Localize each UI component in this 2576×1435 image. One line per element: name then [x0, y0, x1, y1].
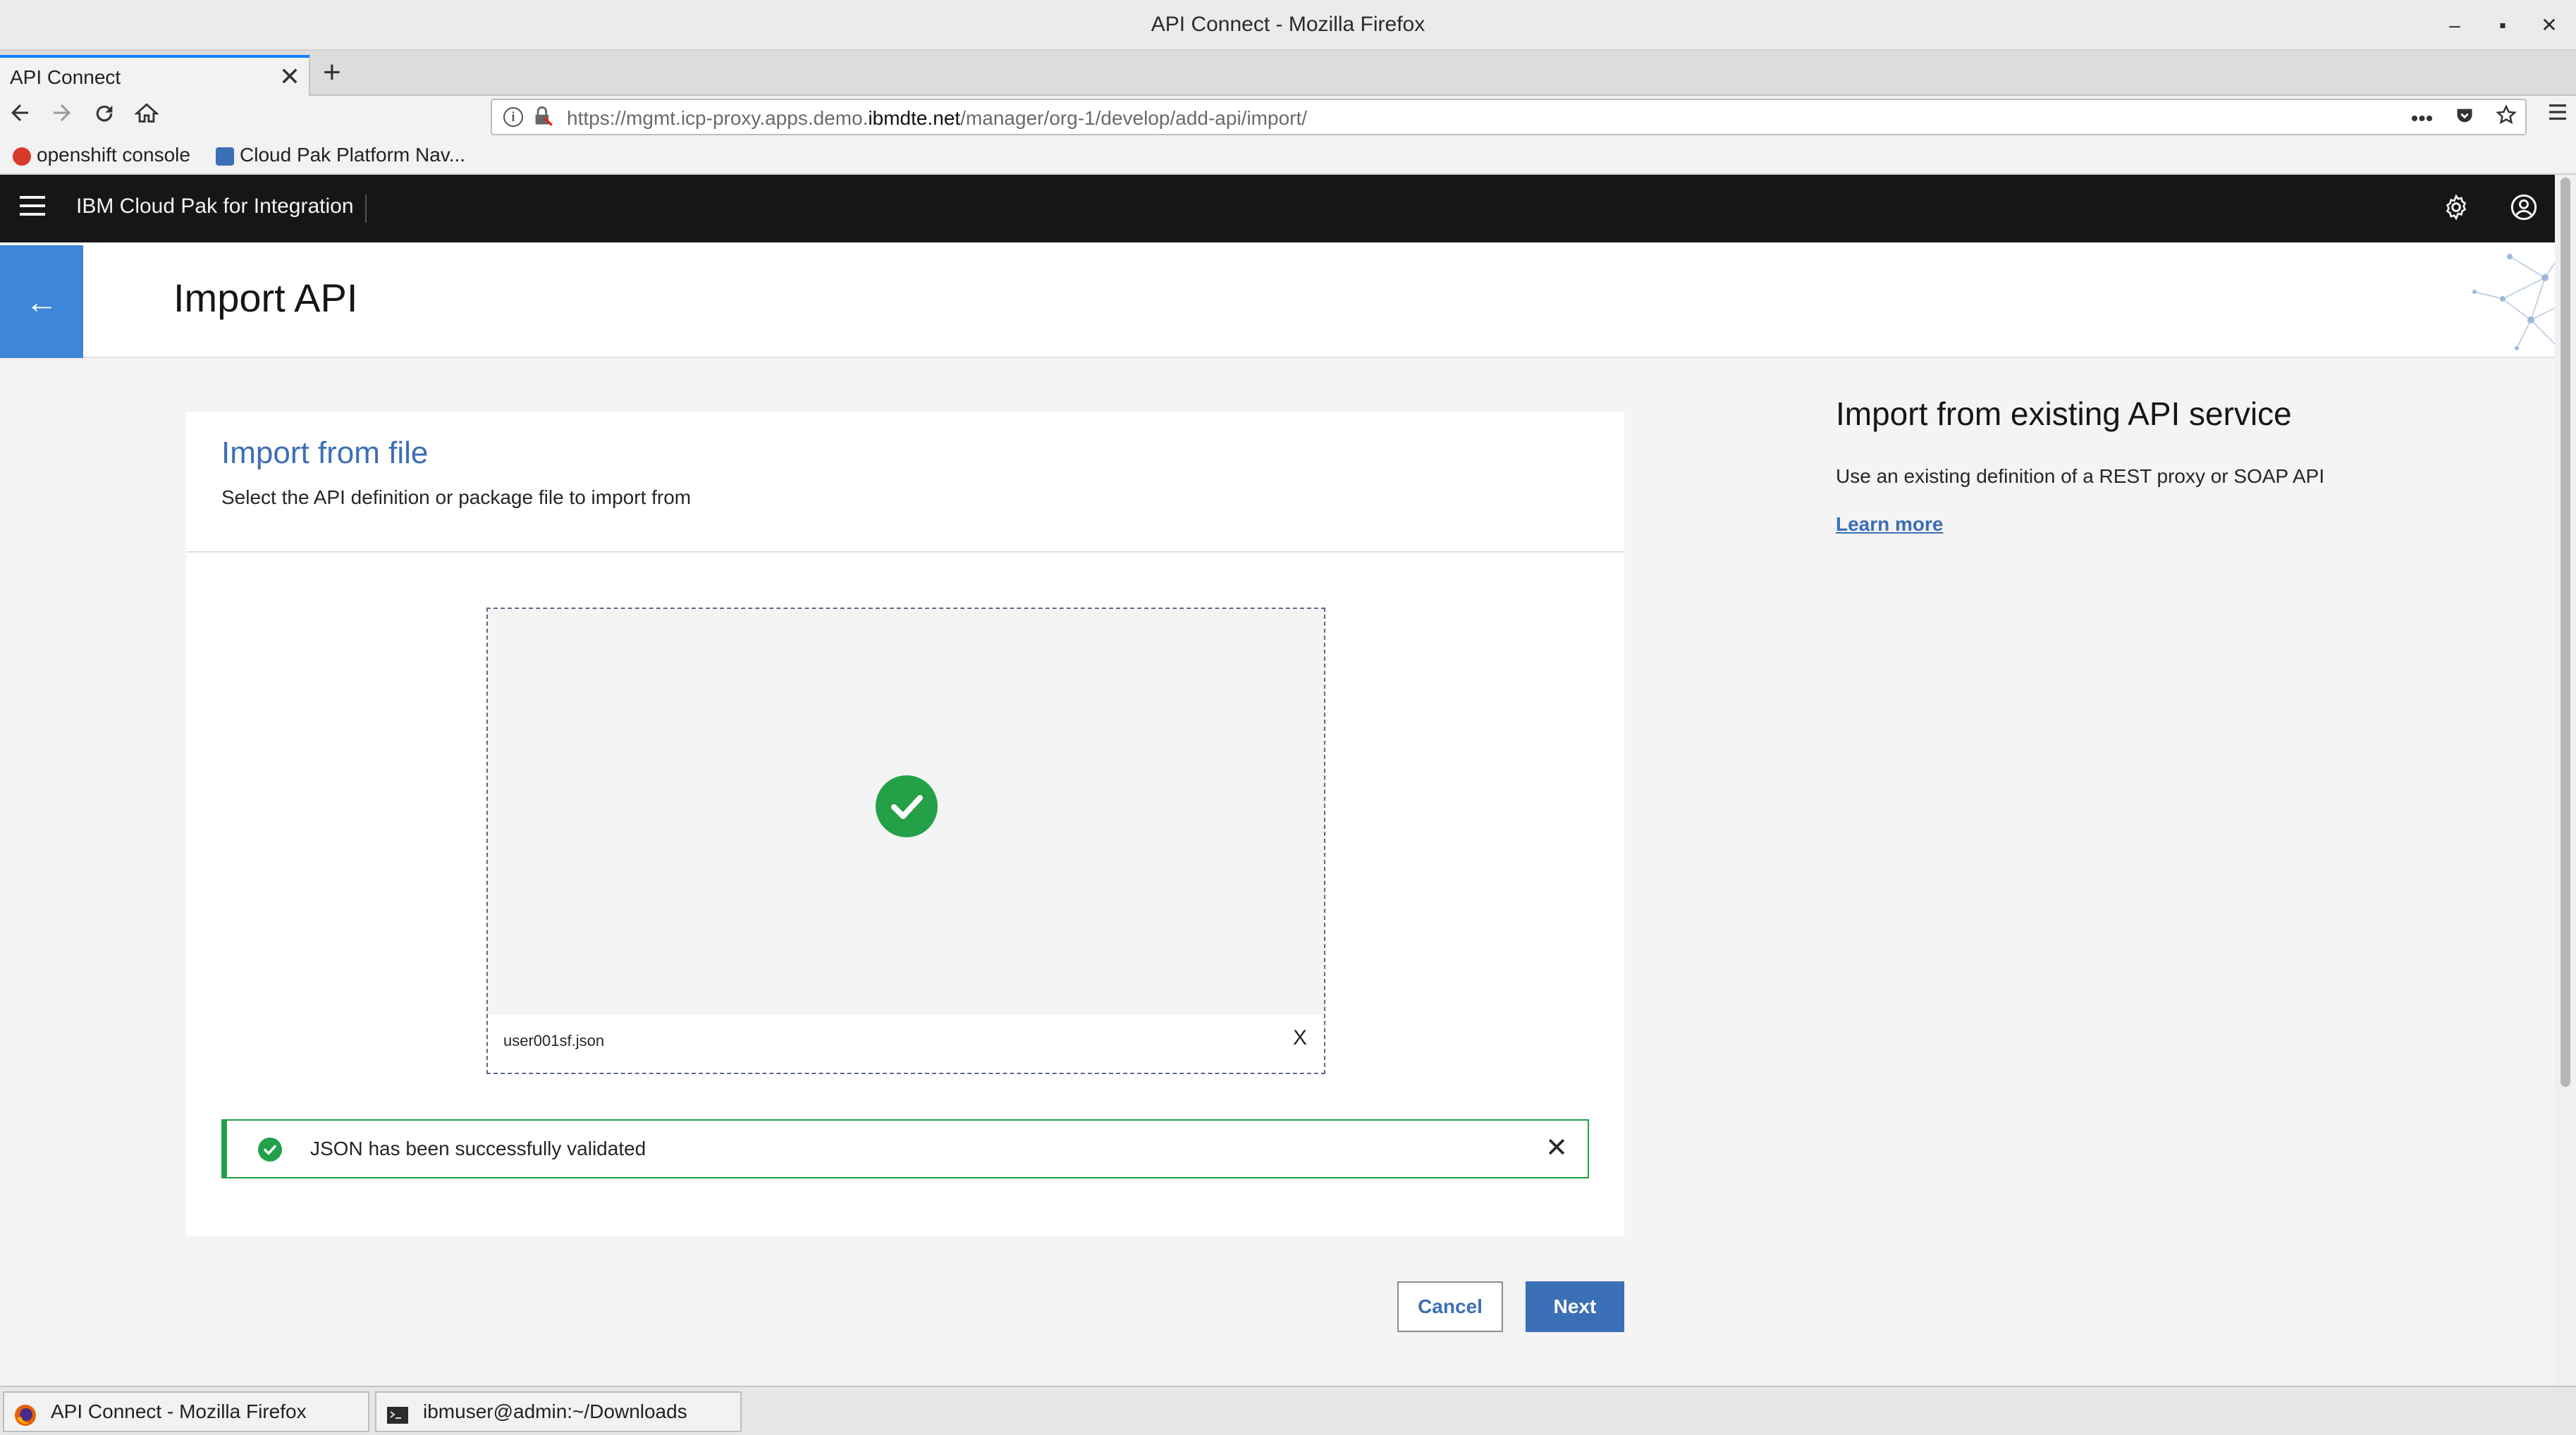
minimize-button[interactable]: – — [2441, 11, 2469, 39]
app-header: IBM Cloud Pak for Integration — [0, 175, 2576, 242]
page-scrollbar[interactable] — [2555, 175, 2576, 1386]
tab-strip: API Connect ✕ + — [0, 51, 2576, 96]
notification-text: JSON has been successfully validated — [310, 1138, 646, 1159]
site-info-icon[interactable]: i — [503, 107, 523, 127]
file-preview-area — [488, 609, 1324, 1015]
header-divider — [365, 195, 367, 223]
success-check-icon — [876, 775, 938, 837]
validation-notification: JSON has been successfully validated ✕ — [221, 1119, 1589, 1178]
maximize-button[interactable]: ▪ — [2489, 11, 2517, 39]
import-from-file-card: Import from file Select the API definiti… — [186, 412, 1624, 1236]
bookmark-label: Cloud Pak Platform Nav... — [240, 144, 466, 166]
window-title: API Connect - Mozilla Firefox — [1151, 13, 1425, 36]
card-title: Import from file — [221, 436, 429, 470]
card-subtitle: Select the API definition or package fil… — [221, 486, 692, 508]
hamburger-menu-icon[interactable] — [20, 196, 45, 221]
openshift-icon — [13, 147, 31, 166]
new-tab-button[interactable]: + — [323, 55, 341, 90]
url-text: https://mgmt.icp-proxy.apps.demo.ibmdte.… — [567, 107, 1307, 130]
home-icon[interactable] — [130, 100, 164, 134]
taskbar-item-firefox[interactable]: API Connect - Mozilla Firefox — [3, 1391, 369, 1432]
pocket-icon[interactable] — [2455, 107, 2474, 130]
url-host: ibmdte.net — [868, 107, 961, 129]
tab-title: API Connect — [10, 66, 121, 88]
user-avatar-icon[interactable] — [2508, 193, 2539, 224]
notification-close-icon[interactable]: ✕ — [1545, 1132, 1568, 1164]
cancel-button[interactable]: Cancel — [1397, 1281, 1503, 1332]
remove-file-button[interactable]: X — [1293, 1026, 1307, 1050]
terminal-icon — [386, 1401, 409, 1424]
scrollbar-thumb[interactable] — [2560, 178, 2570, 1087]
navigation-bar: i https://mgmt.icp-proxy.apps.demo.ibmdt… — [0, 96, 2576, 138]
browser-menu-icon[interactable] — [2546, 100, 2569, 130]
settings-gear-icon[interactable] — [2441, 193, 2472, 224]
bookmark-cloud-pak-nav[interactable]: Cloud Pak Platform Nav... — [216, 144, 465, 166]
cloud-pak-icon — [216, 147, 234, 166]
taskbar-label: API Connect - Mozilla Firefox — [51, 1400, 307, 1422]
window-titlebar: API Connect - Mozilla Firefox – ▪ ✕ — [0, 0, 2576, 51]
learn-more-link[interactable]: Learn more — [1836, 513, 1944, 536]
file-drop-zone[interactable]: user001sf.json X — [486, 608, 1325, 1074]
url-bar[interactable]: i https://mgmt.icp-proxy.apps.demo.ibmdt… — [491, 99, 2527, 135]
app-name: IBM Cloud Pak for Integration — [76, 195, 354, 218]
tab-close-icon[interactable]: ✕ — [279, 62, 300, 92]
firefox-icon — [14, 1401, 37, 1426]
bookmark-star-icon[interactable] — [2496, 104, 2517, 130]
window-close-button[interactable]: ✕ — [2535, 11, 2563, 39]
bookmark-label: openshift console — [37, 144, 190, 166]
uploaded-file-name: user001sf.json — [503, 1032, 605, 1049]
bookmark-openshift-console[interactable]: openshift console — [13, 144, 190, 166]
page-header: ← Import API — [0, 242, 2566, 358]
bookmarks-bar: openshift console Cloud Pak Platform Nav… — [0, 138, 2576, 175]
back-arrow-icon[interactable] — [3, 100, 37, 134]
network-decoration-icon — [2472, 252, 2563, 351]
browser-tab-api-connect[interactable]: API Connect ✕ — [0, 55, 310, 96]
next-button[interactable]: Next — [1526, 1281, 1624, 1332]
url-path: /manager/org-1/develop/add-api/import/ — [960, 107, 1308, 129]
side-panel-description: Use an existing definition of a REST pro… — [1836, 465, 2325, 487]
taskbar-label: ibmuser@admin:~/Downloads — [423, 1400, 687, 1422]
url-prefix: https://mgmt.icp-proxy.apps.demo. — [567, 107, 869, 129]
side-panel-title: Import from existing API service — [1836, 395, 2292, 432]
page-title: Import API — [173, 276, 358, 320]
page-actions-icon[interactable]: ••• — [2411, 107, 2434, 130]
success-check-icon — [258, 1138, 282, 1162]
reload-icon[interactable] — [87, 100, 121, 134]
url-actions: ••• — [2396, 104, 2517, 131]
taskbar-item-terminal[interactable]: ibmuser@admin:~/Downloads — [375, 1391, 742, 1432]
forward-arrow-icon[interactable] — [45, 100, 79, 134]
card-header: Import from file Select the API definiti… — [186, 412, 1624, 553]
os-taskbar: API Connect - Mozilla Firefox ibmuser@ad… — [0, 1386, 2576, 1435]
page-back-button[interactable]: ← — [0, 245, 83, 358]
lock-warning-icon[interactable] — [533, 106, 553, 132]
